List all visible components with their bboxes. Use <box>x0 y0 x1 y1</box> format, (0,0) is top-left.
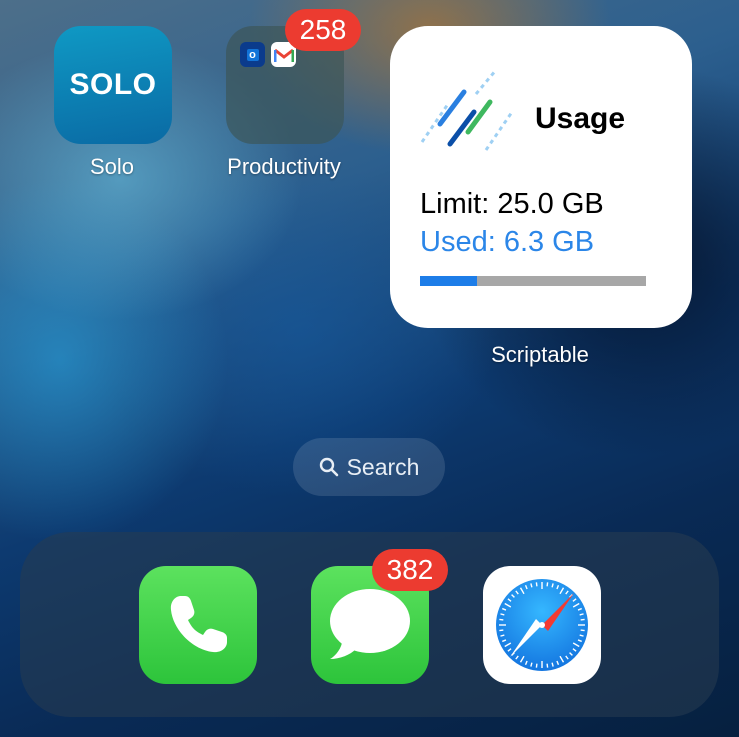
messages-badge: 382 <box>372 549 448 591</box>
compass-tick <box>546 582 549 587</box>
safari-icon <box>496 579 588 671</box>
widget-title: Usage <box>535 102 626 135</box>
safari-app-icon[interactable] <box>483 566 601 684</box>
usage-progress-bar <box>420 276 646 286</box>
compass-tick <box>535 582 538 587</box>
compass-tick <box>580 629 585 632</box>
solo-logo-text: SOLO <box>69 68 157 101</box>
search-icon <box>319 457 338 477</box>
solo-app-label: Solo <box>89 154 135 179</box>
outlook-icon: o <box>240 42 265 67</box>
compass-tick <box>546 663 549 668</box>
usage-progress-fill <box>420 276 477 286</box>
productivity-folder-label: Productivity <box>227 154 341 179</box>
compass-tick <box>580 618 585 621</box>
usage-used: Used: 6.3 GB <box>420 226 595 258</box>
compass-tick <box>535 663 538 668</box>
compass-tick <box>499 618 504 621</box>
productivity-badge: 258 <box>285 9 361 51</box>
messages-icon <box>330 589 410 659</box>
phone-icon <box>170 596 227 653</box>
scriptable-usage-widget[interactable]: Usage Limit: 25.0 GB Used: 6.3 GB <box>390 26 692 328</box>
widget-chart-icon <box>420 69 514 151</box>
compass-tick <box>499 629 504 632</box>
search-label: Search <box>346 453 420 480</box>
scriptable-widget-label: Scriptable <box>491 342 589 367</box>
usage-limit: Limit: 25.0 GB <box>420 188 604 220</box>
search-button[interactable]: Search <box>293 438 445 496</box>
solo-app-icon[interactable]: SOLO <box>54 26 172 144</box>
phone-app-icon[interactable] <box>139 566 257 684</box>
